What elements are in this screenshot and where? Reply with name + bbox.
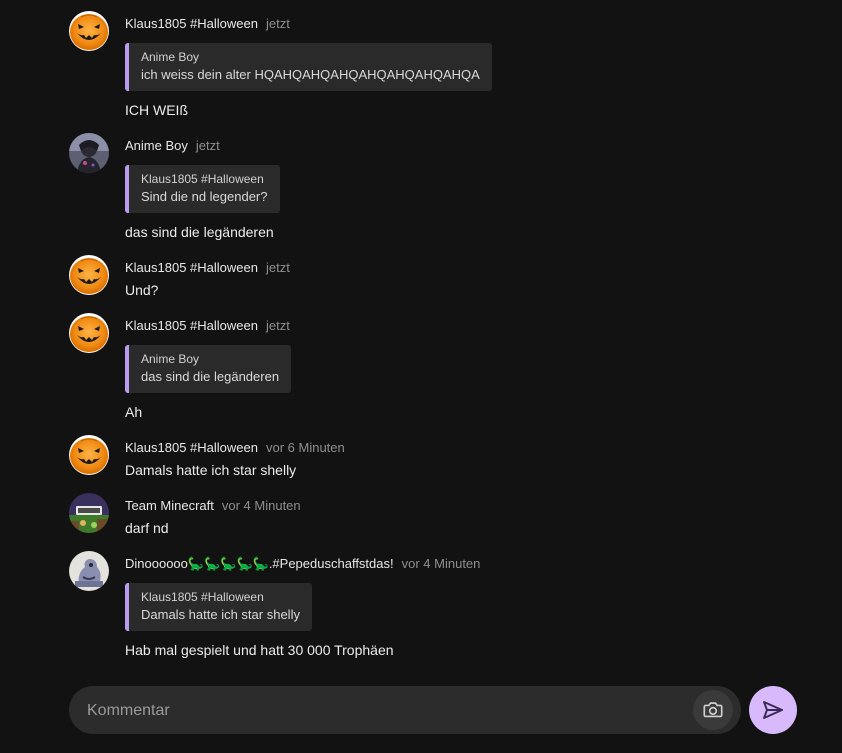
timestamp: vor 4 Minuten	[221, 498, 301, 513]
pumpkin-avatar[interactable]	[69, 255, 109, 295]
timestamp: vor 6 Minuten	[265, 440, 345, 455]
author-name[interactable]: Anime Boy	[125, 138, 188, 153]
quoted-reply[interactable]: Anime Boy das sind die legänderen	[125, 345, 292, 393]
message-header: Klaus1805 #Halloween vor 6 Minuten	[125, 441, 769, 455]
camera-button[interactable]	[693, 690, 733, 730]
pumpkin-avatar[interactable]	[69, 11, 109, 51]
message-text: Ah	[125, 404, 143, 420]
comment-input[interactable]	[85, 698, 689, 724]
timestamp: jetzt	[195, 138, 220, 153]
author-name[interactable]: Dinoooooo🦕🦕🦕🦕🦕.#Pepeduschaffstdas!	[125, 556, 394, 571]
send-icon	[763, 701, 783, 719]
message-text: das sind die legänderen	[125, 224, 274, 240]
comment-composer	[69, 686, 741, 734]
author-name[interactable]: Team Minecraft	[125, 498, 214, 513]
quoted-text: Damals hatte ich star shelly	[141, 607, 300, 622]
message-header: Klaus1805 #Halloween jetzt	[125, 261, 769, 275]
quoted-text: Sind die nd legender?	[141, 189, 268, 204]
author-name[interactable]: Klaus1805 #Halloween	[125, 260, 258, 275]
quoted-reply[interactable]: Klaus1805 #Halloween Sind die nd legende…	[125, 165, 280, 213]
dino-avatar[interactable]	[69, 551, 109, 591]
message-header: Team Minecraft vor 4 Minuten	[125, 499, 769, 513]
quoted-author: Anime Boy	[141, 50, 200, 64]
author-name[interactable]: Klaus1805 #Halloween	[125, 318, 258, 333]
timestamp: jetzt	[265, 260, 290, 275]
quoted-author: Klaus1805 #Halloween	[141, 590, 264, 604]
send-button[interactable]	[749, 686, 797, 734]
message-text: Hab mal gespielt und hatt 30 000 Trophäe…	[125, 642, 394, 658]
quoted-text: ich weiss dein alter HQAHQAHQAHQAHQAHQAH…	[141, 67, 480, 82]
anime-avatar[interactable]	[69, 133, 109, 173]
timestamp: jetzt	[265, 318, 290, 333]
timestamp: jetzt	[265, 16, 290, 31]
pumpkin-avatar[interactable]	[69, 313, 109, 353]
quoted-text: das sind die legänderen	[141, 369, 280, 384]
minecraft-avatar[interactable]	[69, 493, 109, 533]
pumpkin-avatar[interactable]	[69, 435, 109, 475]
quoted-author: Anime Boy	[141, 352, 200, 366]
message-text: ICH WEIß	[125, 102, 188, 118]
author-name[interactable]: Klaus1805 #Halloween	[125, 16, 258, 31]
message-header: Dinoooooo🦕🦕🦕🦕🦕.#Pepeduschaffstdas! vor 4 …	[125, 557, 769, 571]
author-name[interactable]: Klaus1805 #Halloween	[125, 440, 258, 455]
message-header: Klaus1805 #Halloween jetzt	[125, 17, 769, 31]
timestamp: vor 4 Minuten	[401, 556, 481, 571]
message-header: Anime Boy jetzt	[125, 139, 769, 153]
quoted-reply[interactable]: Klaus1805 #Halloween Damals hatte ich st…	[125, 583, 312, 631]
message-text: darf nd	[125, 520, 169, 536]
quoted-author: Klaus1805 #Halloween	[141, 172, 264, 186]
message-header: Klaus1805 #Halloween jetzt	[125, 319, 769, 333]
message-text: Und?	[125, 282, 159, 298]
message-text: Damals hatte ich star shelly	[125, 462, 297, 478]
camera-icon	[703, 702, 723, 718]
quoted-reply[interactable]: Anime Boy ich weiss dein alter HQAHQAHQA…	[125, 43, 492, 91]
